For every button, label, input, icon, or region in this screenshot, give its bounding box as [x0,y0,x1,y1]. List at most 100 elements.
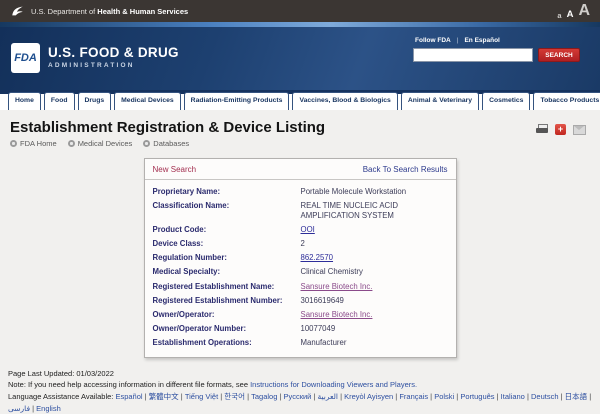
language-item-wrap: 日本語 | [565,392,592,401]
detail-label: Owner/Operator Number: [153,322,301,336]
breadcrumb-label: Medical Devices [78,139,133,148]
downloading-viewers-link[interactable]: Instructions for Downloading Viewers and… [250,380,417,389]
page-title: Establishment Registration & Device List… [0,110,600,138]
panel-header: New Search Back To Search Results [145,159,456,180]
detail-label: Product Code: [153,223,301,237]
en-espanol-link[interactable]: En Español [464,37,499,44]
formats-note: Note: If you need help accessing informa… [8,379,592,390]
header-links: Follow FDA | En Español [415,37,586,44]
nav-tab[interactable]: Tobacco Products [533,92,600,110]
language-link[interactable]: العربية [318,392,339,401]
language-item-wrap: English | [36,404,61,413]
language-assistance-label: Language Assistance Available: [8,392,115,401]
language-link[interactable]: Русский [284,392,312,401]
detail-value[interactable]: OOI [301,223,448,237]
detail-value: Clinical Chemistry [301,265,448,279]
font-size-controls: aAA [557,2,590,20]
font-size-button[interactable]: a [557,11,561,20]
nav-tab[interactable]: Vaccines, Blood & Biologics [292,92,397,110]
detail-label: Establishment Operations: [153,336,301,350]
language-link[interactable]: 繁體中文 [149,392,179,401]
detail-row: Product Code: OOI [153,223,448,237]
nav-tab[interactable]: Radiation-Emitting Products [184,92,290,110]
fda-title-line1: U.S. FOOD & DRUG [48,45,179,60]
language-link[interactable]: Polski [434,392,454,401]
email-icon[interactable] [573,125,586,135]
font-size-button[interactable]: A [578,2,590,20]
page-footer-notes: Page Last Updated: 01/03/2022 Note: If y… [0,358,600,414]
language-link[interactable]: 日本語 [565,392,588,401]
header-utility: Follow FDA | En Español SEARCH [413,37,586,62]
language-item-wrap: 繁體中文 | [149,392,185,401]
nav-tab[interactable]: Cosmetics [482,92,530,110]
language-link[interactable]: Tiếng Việt [185,392,218,401]
language-link[interactable]: Tagalog [251,392,277,401]
language-item-wrap: Deutsch | [531,392,565,401]
breadcrumb-item[interactable]: Databases [143,139,189,148]
back-to-results-link[interactable]: Back To Search Results [363,165,448,174]
share-icon[interactable]: + [555,124,566,135]
detail-row: Registered Establishment Number: 3016619… [153,294,448,308]
language-separator: | [587,392,591,401]
language-item-wrap: Русский | [284,392,318,401]
detail-label: Registered Establishment Name: [153,279,301,293]
font-size-button[interactable]: A [567,9,574,20]
language-link[interactable]: Español [115,392,142,401]
breadcrumb: FDA Home Medical Devices Databases [0,139,600,148]
detail-value: 2 [301,237,448,251]
language-link[interactable]: Français [399,392,428,401]
nav-tab[interactable]: Food [44,92,75,110]
language-item-wrap: Italiano | [501,392,531,401]
fda-title-line2: ADMINISTRATION [48,62,179,69]
detail-row: Classification Name: REAL TIME NUCLEIC A… [153,199,448,223]
language-item-wrap: Kreyòl Ayisyen | [344,392,399,401]
breadcrumb-item[interactable]: FDA Home [10,139,57,148]
language-link[interactable]: فارسی [8,404,30,413]
fda-wordmark: U.S. FOOD & DRUG ADMINISTRATION [48,45,179,69]
detail-label: Owner/Operator: [153,308,301,322]
language-item-wrap: Português | [460,392,500,401]
detail-value: 10077049 [301,322,448,336]
language-item-wrap: Tagalog | [251,392,283,401]
fda-logo[interactable]: FDA [11,43,40,73]
detail-value[interactable]: Sansure Biotech Inc. [301,308,448,322]
detail-value: Manufacturer [301,336,448,350]
language-item-wrap: Polski | [434,392,460,401]
language-link[interactable]: 한국어 [224,392,245,401]
breadcrumb-bullet-icon [10,140,17,147]
nav-tab[interactable]: Home [8,92,41,110]
detail-value: 3016619649 [301,294,448,308]
nav-tab[interactable]: Drugs [78,92,112,110]
detail-row: Establishment Operations: Manufacturer [153,336,448,350]
breadcrumb-bullet-icon [143,140,150,147]
nav-tab[interactable]: Medical Devices [114,92,181,110]
language-link[interactable]: Italiano [501,392,525,401]
language-link[interactable]: Português [460,392,494,401]
new-search-link[interactable]: New Search [153,165,197,174]
header-link-separator: | [457,37,459,44]
language-assistance: Language Assistance Available: Español |… [8,391,592,414]
print-icon[interactable] [536,124,548,135]
panel-body: Proprietary Name: Portable Molecule Work… [145,180,456,357]
language-link[interactable]: Deutsch [531,392,559,401]
language-item-wrap: 한국어 | [224,392,251,401]
follow-fda-link[interactable]: Follow FDA [415,37,451,44]
search-button[interactable]: SEARCH [538,48,580,62]
main-content: Establishment Registration & Device List… [0,110,600,414]
page-action-icons: + [536,124,586,135]
breadcrumb-label: FDA Home [20,139,57,148]
detail-label: Regulation Number: [153,251,301,265]
breadcrumb-item[interactable]: Medical Devices [68,139,133,148]
nav-tab[interactable]: Animal & Veterinary [401,92,479,110]
language-item-wrap: فارسی | [8,404,36,413]
search-input[interactable] [413,48,533,62]
detail-value[interactable]: Sansure Biotech Inc. [301,279,448,293]
language-item-wrap: Tiếng Việt | [185,392,224,401]
language-link[interactable]: Kreyòl Ayisyen [344,392,393,401]
hhs-department-label: U.S. Department of Health & Human Servic… [31,7,188,16]
hhs-top-bar: U.S. Department of Health & Human Servic… [0,0,600,22]
language-link[interactable]: English [36,404,61,413]
hhs-branding[interactable]: U.S. Department of Health & Human Servic… [10,4,188,18]
detail-row: Regulation Number: 862.2570 [153,251,448,265]
detail-value[interactable]: 862.2570 [301,251,448,265]
